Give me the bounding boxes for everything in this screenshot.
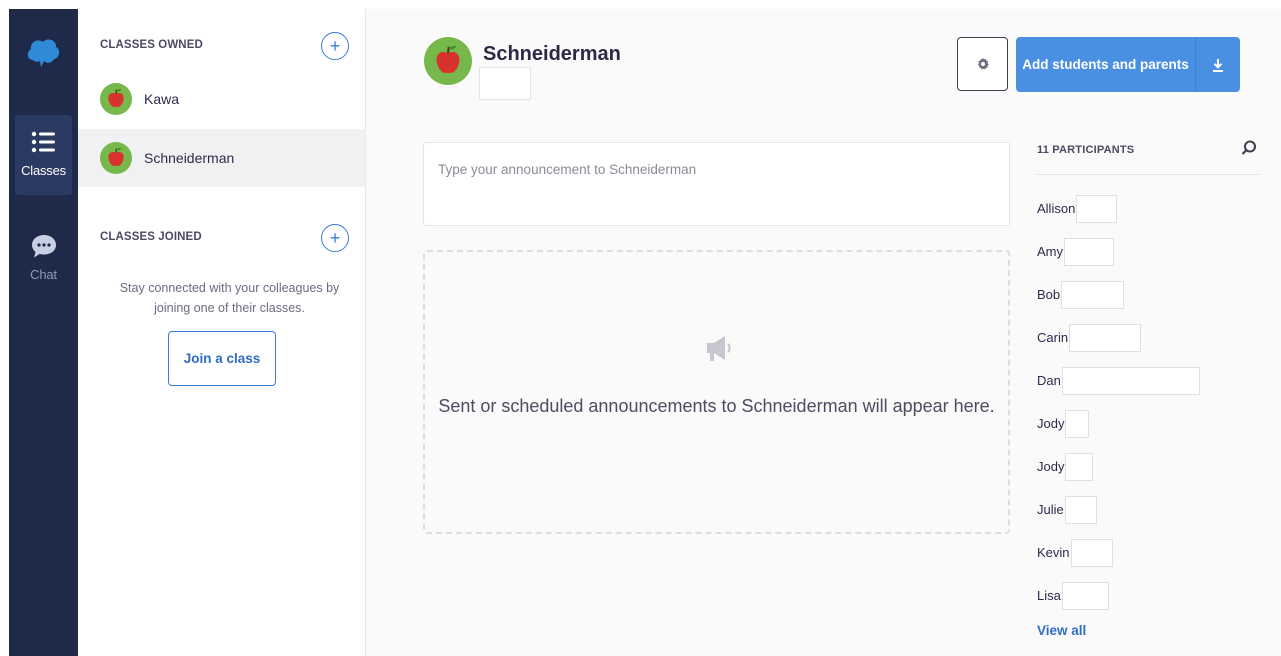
join-a-class-button[interactable]: Join a class <box>168 331 276 386</box>
participant-tag-box <box>1076 195 1118 223</box>
participants-heading: 11 PARTICIPANTS <box>1037 144 1135 156</box>
participant-name[interactable]: Bob <box>1037 281 1060 302</box>
participant-name[interactable]: Dan <box>1037 367 1061 388</box>
classes-joined-heading: CLASSES JOINED <box>100 231 202 243</box>
participant-name[interactable]: Kevin <box>1037 539 1070 560</box>
participant-row: Jody <box>1037 453 1267 496</box>
participant-row: Julie <box>1037 496 1267 539</box>
participant-row: Allison <box>1037 195 1267 238</box>
participant-tag-box <box>1064 496 1097 524</box>
participant-row: Bob <box>1037 281 1267 324</box>
participant-tag-box <box>1061 281 1125 309</box>
participant-tag-box <box>1070 539 1113 567</box>
search-icon[interactable] <box>1240 139 1258 157</box>
participant-name[interactable]: Amy <box>1037 238 1063 259</box>
class-main-panel: Schneiderman Add students and parents Se… <box>366 9 1281 656</box>
participant-name[interactable]: Jody <box>1037 410 1064 431</box>
participant-tag-box <box>1065 453 1094 481</box>
classes-owned-heading: CLASSES OWNED <box>100 39 203 51</box>
apple-avatar-icon <box>100 142 132 174</box>
download-icon <box>1213 58 1223 72</box>
class-code-box <box>479 67 531 100</box>
cloud-logo-icon[interactable] <box>25 34 61 70</box>
participant-name[interactable]: Allison <box>1037 195 1075 216</box>
chat-bubble-icon <box>31 235 56 258</box>
class-item-kawa[interactable]: Kawa <box>78 70 365 128</box>
class-sidebar: CLASSES OWNED + Kawa Schneiderman CLASSE… <box>78 9 366 656</box>
participant-row: Kevin <box>1037 539 1267 582</box>
nav-item-chat[interactable]: Chat <box>15 219 72 299</box>
settings-button[interactable] <box>957 37 1008 91</box>
download-button[interactable] <box>1196 37 1240 92</box>
list-icon <box>31 131 55 153</box>
participant-name[interactable]: Carin <box>1037 324 1068 345</box>
apple-avatar-icon <box>100 83 132 115</box>
participant-row: Dan <box>1037 367 1267 410</box>
nav-item-label: Classes <box>21 163 66 178</box>
join-class-add-button[interactable]: + <box>321 224 349 252</box>
participant-name[interactable]: Jody <box>1037 453 1064 474</box>
empty-state-message: Sent or scheduled announcements to Schne… <box>438 396 995 416</box>
add-students-parents-button[interactable]: Add students and parents <box>1016 37 1195 92</box>
announcement-composer[interactable] <box>423 142 1010 226</box>
classes-joined-message: Stay connected with your colleagues by j… <box>119 281 340 315</box>
announcement-input[interactable] <box>436 161 1000 178</box>
participant-tag-box <box>1069 324 1142 352</box>
view-all-participants-link[interactable]: View all <box>1037 623 1086 638</box>
nav-item-label: Chat <box>30 267 57 282</box>
page-title: Schneiderman <box>483 43 621 65</box>
participant-tag-box <box>1061 367 1200 395</box>
megaphone-icon <box>707 336 731 361</box>
gear-icon <box>977 57 989 70</box>
plus-icon: + <box>329 228 341 248</box>
participant-tag-box <box>1061 582 1109 610</box>
participant-name[interactable]: Julie <box>1037 496 1064 517</box>
add-students-parents-button-group: Add students and parents <box>1016 37 1240 92</box>
class-name: Schneiderman <box>144 150 235 166</box>
class-name: Kawa <box>144 91 180 107</box>
class-item-schneiderman[interactable]: Schneiderman <box>78 129 365 187</box>
participant-row: Carin <box>1037 324 1267 367</box>
participant-tag-box <box>1064 238 1114 266</box>
nav-rail: Classes Chat <box>9 9 78 656</box>
participant-tag-box <box>1065 410 1090 438</box>
participant-row: Amy <box>1037 238 1267 281</box>
participants-list: Allison Amy Bob Carin Dan Jody Jody Juli… <box>1037 195 1267 625</box>
participant-name[interactable]: Lisa <box>1037 582 1061 603</box>
nav-item-classes[interactable]: Classes <box>15 115 72 195</box>
divider <box>1036 174 1260 175</box>
announcements-empty-state: Sent or scheduled announcements to Schne… <box>423 250 1010 534</box>
apple-avatar-icon <box>424 37 472 85</box>
participant-row: Lisa <box>1037 582 1267 625</box>
add-class-button[interactable]: + <box>321 32 349 60</box>
participant-row: Jody <box>1037 410 1267 453</box>
plus-icon: + <box>329 36 341 56</box>
